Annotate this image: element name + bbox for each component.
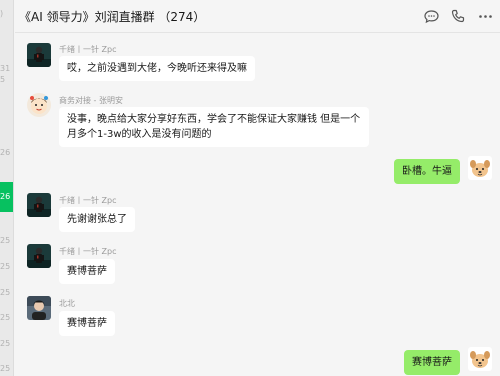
message-sender: 千绪丨一针 Zpc	[59, 45, 117, 54]
message-bubble[interactable]: 赛博菩萨	[59, 311, 115, 336]
message-bubble[interactable]: 先谢谢张总了	[59, 207, 135, 232]
session-fragment: 26	[0, 192, 11, 201]
message-list[interactable]: 千绪丨一针 Zpc 哎，之前没遇到大佬，今晚听还来得及嘛 商务对接 - 张明安 …	[15, 34, 500, 376]
message-sender: 商务对接 - 张明安	[59, 96, 123, 105]
cartoon-face-avatar[interactable]	[27, 93, 51, 117]
session-fragment: 5	[0, 75, 6, 84]
session-fragment: 25	[0, 288, 11, 297]
message-bubble-outgoing[interactable]: 卧槽。牛逼	[394, 159, 460, 184]
message-bubble[interactable]: 赛博菩萨	[59, 259, 115, 284]
more-icon[interactable]	[477, 8, 494, 25]
session-fragment: 25	[0, 364, 11, 373]
cartoon-dog-avatar[interactable]	[468, 156, 492, 180]
session-item-selected[interactable]: 26	[0, 182, 13, 212]
message-sender: 北北	[59, 299, 75, 308]
chat-title: 《AI 领导力》刘润直播群 （274）	[19, 10, 206, 24]
message-bubble[interactable]: 没事，晚点给大家分享好东西，学会了不能保证大家赚钱 但是一个月多个1-3w的收入…	[59, 107, 369, 147]
dark-figure-avatar[interactable]	[27, 244, 51, 268]
message-bubble-outgoing[interactable]: 赛博菩萨	[404, 350, 460, 375]
session-list-strip[interactable]: ) 31 5 26 26 25 25 25 25 25 25	[0, 0, 14, 376]
session-fragment: 25	[0, 339, 11, 348]
portrait-avatar[interactable]	[27, 296, 51, 320]
chat-header: 《AI 领导力》刘润直播群 （274）	[15, 0, 500, 33]
message-sender: 千绪丨一针 Zpc	[59, 196, 117, 205]
message-sender: 千绪丨一针 Zpc	[59, 247, 117, 256]
chat-bubble-icon[interactable]	[423, 8, 440, 25]
dark-figure-avatar[interactable]	[27, 43, 51, 67]
session-fragment: 31	[0, 64, 11, 73]
dark-figure-avatar[interactable]	[27, 193, 51, 217]
session-fragment: 25	[0, 236, 11, 245]
session-fragment: 25	[0, 313, 11, 322]
message-bubble[interactable]: 哎，之前没遇到大佬，今晚听还来得及嘛	[59, 56, 255, 81]
session-fragment: )	[0, 9, 4, 18]
session-fragment: 25	[0, 262, 11, 271]
header-actions	[423, 8, 494, 25]
session-fragment: 26	[0, 148, 11, 157]
phone-icon[interactable]	[450, 8, 467, 25]
cartoon-dog-avatar[interactable]	[468, 347, 492, 371]
